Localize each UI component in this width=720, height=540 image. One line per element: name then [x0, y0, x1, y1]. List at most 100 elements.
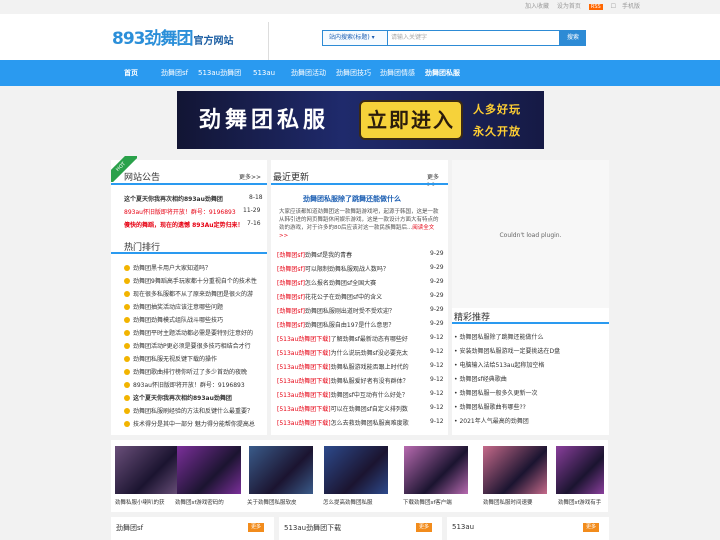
bottom-more-button[interactable]: 更多 [583, 523, 599, 532]
bottom-section-title: 劲舞团sf [116, 524, 144, 532]
bullet-icon [124, 291, 130, 297]
latest-item[interactable]: [513au劲舞团下载]劲舞团sf中互动有什么好处？ [277, 390, 427, 399]
banner-slogan: 人多好玩 [473, 103, 521, 116]
notice-more-link[interactable]: 更多>> [239, 172, 261, 181]
bottom-more-button[interactable]: 更多 [416, 523, 432, 532]
recommend-item[interactable]: • 劲舞团sf经典歌曲 [454, 374, 507, 383]
nav-513au-jwt[interactable]: 513au劲舞团 [198, 60, 241, 86]
latest-date: 9-12 [430, 362, 444, 369]
recommend-item[interactable]: • 安装劲舞团私服游戏一定要挑选在D盘 [454, 346, 560, 355]
promo-banner[interactable]: 劲舞团私服 立即进入 人多好玩 永久开放 [177, 91, 544, 149]
bullet-icon [124, 369, 130, 375]
hot-item[interactable]: 劲舞团私服无视反键下载的操作 [124, 354, 217, 363]
latest-date: 9-29 [430, 264, 444, 271]
hot-item[interactable]: 劲舞团抽奖活动应该注意哪些问题 [124, 302, 223, 311]
search-bar: 站内搜索(标题) ▾ 请输入关键字 搜索 [322, 30, 586, 46]
latest-title: 最近更新 [273, 173, 310, 183]
recommend-item[interactable]: • 电脑输入法给513au起称加空格 [454, 360, 544, 369]
hot-item[interactable]: 劲舞团私服刷经验的方法和反键什么最重要？ [124, 406, 253, 415]
thumbnail-caption[interactable]: 劲舞私服小喇叭的获 [115, 498, 165, 506]
headline-summary: 大家应该都知道劲舞团这一款舞蹈游戏吧，起源于韩国，这是一款从韩引进的网页舞蹈休闲… [279, 209, 439, 239]
thumbnail-image[interactable] [556, 446, 604, 494]
hot-item[interactable]: 这个夏天你我再次相约893au劲舞团 [124, 393, 232, 402]
bullet-icon [124, 421, 130, 427]
latest-item[interactable]: [513au劲舞团下载]劲舞私服游戏能否跟上时代的 [277, 362, 427, 371]
latest-item[interactable]: [513au劲舞团下载]为什么说玩劲舞sf没必要充太 [277, 348, 427, 357]
latest-item[interactable]: [劲舞团sf]花花公子在劲舞团sf中的含义 [277, 292, 382, 301]
recommend-item[interactable]: • 劲舞团私服除了跳舞还能做什么 [454, 332, 543, 341]
hot-item[interactable]: 893au怀旧版即将开放！群号：9196893 [124, 380, 245, 389]
bullet-icon [124, 265, 130, 271]
thumbnail-caption[interactable]: 劲舞团sf游戏密码的 [175, 498, 224, 506]
thumbnail-image[interactable] [249, 446, 313, 494]
thumbnail-caption[interactable]: 劲舞团私服时间速要 [483, 498, 533, 506]
banner-enter-button[interactable]: 立即进入 [359, 100, 463, 140]
latest-date: 9-29 [430, 306, 444, 313]
nav-home[interactable]: 首页 [124, 60, 138, 86]
latest-updates-panel: 最近更新 更多>> 劲舞团私服除了跳舞还能做什么 大家应该都知道劲舞团这一款舞蹈… [271, 160, 448, 435]
latest-item[interactable]: [劲舞团sf]怎么报名劲舞团sf全国大赛 [277, 278, 376, 287]
thumbnail-caption[interactable]: 下载劲舞团sf客户端 [403, 498, 452, 506]
hot-item[interactable]: 技术得分是其中一部分 魅力得分能帮你提高总 [124, 419, 255, 428]
latest-date: 9-29 [430, 250, 444, 257]
latest-more-link[interactable]: 更多>> [427, 172, 448, 188]
latest-item[interactable]: [劲舞团sf]可以限制劲舞私服观战人数吗？ [277, 264, 389, 273]
hot-item[interactable]: 现在很多私服都不从了原来劲舞团是很火的游 [124, 289, 253, 298]
recommend-item[interactable]: • 劲舞团私服一般多久更新一次 [454, 388, 537, 397]
bullet-icon [124, 356, 130, 362]
latest-date: 9-12 [430, 404, 444, 411]
latest-item[interactable]: [513au劲舞团下载]可以在劲舞团sf自定义排列数 [277, 404, 427, 413]
hot-item[interactable]: 劲舞团9舞蹈高手玩家都十分重视自个的技术性 [124, 276, 257, 285]
thumbnail-caption[interactable]: 关于劲舞团私服软皮 [247, 498, 297, 506]
bullet-icon [124, 395, 130, 401]
search-scope-select[interactable]: 站内搜索(标题) ▾ [322, 30, 388, 46]
hot-item[interactable]: 劲舞团劲舞模式组队战斗哪些技巧 [124, 315, 223, 324]
hot-item[interactable]: 劲舞团歌曲排行榜你听过了多少首劲的夜晚 [124, 367, 247, 376]
notice-item[interactable]: 这个夏天你我再次相约893au劲舞团 [124, 194, 223, 203]
thumbnail-caption[interactable]: 劲舞团sf游戏有手 [558, 498, 606, 506]
add-favorite-link[interactable]: 加入收藏 [525, 3, 549, 10]
nav-tips[interactable]: 劲舞团技巧 [336, 60, 371, 86]
search-input[interactable]: 请输入关键字 [388, 30, 560, 46]
hot-item[interactable]: 劲舞团活动P更必须是要很多技巧相结合才行 [124, 341, 251, 350]
notice-item[interactable]: 893au怀旧版即将开放！群号：9196893 [124, 207, 236, 216]
bottom-section-title: 513au [452, 523, 475, 531]
site-header: 893劲舞团官方网站 站内搜索(标题) ▾ 请输入关键字 搜索 [0, 14, 720, 62]
site-logo[interactable]: 893劲舞团官方网站 [112, 24, 234, 49]
bottom-section: 513au 更多 [447, 517, 609, 540]
right-column: Couldn't load plugin. 精彩推荐 • 劲舞团私服除了跳舞还能… [452, 160, 609, 435]
latest-item[interactable]: [劲舞团sf]劲舞团私服自由197是什么意思？ [277, 320, 394, 329]
set-homepage-link[interactable]: 设为首页 [557, 3, 581, 10]
nav-513au[interactable]: 513au [253, 60, 275, 86]
rss-icon[interactable]: RSS [588, 4, 603, 10]
notice-date: 11-29 [243, 207, 261, 214]
nav-activities[interactable]: 劲舞团活动 [291, 60, 326, 86]
latest-item[interactable]: [513au劲舞团下载]劲舞私服爱好者有没有群体？ [277, 376, 427, 385]
latest-date: 9-29 [430, 320, 444, 327]
nav-emotion[interactable]: 劲舞团情感 [380, 60, 415, 86]
latest-item[interactable]: [513au劲舞团下载]怎么去救劲舞团私服高难度歌 [277, 418, 427, 427]
latest-date: 9-12 [430, 390, 444, 397]
thumbnail-image[interactable] [177, 446, 241, 494]
notice-item[interactable]: 傻快的舞蹈，现在的遗憾 893Au定势归来！ [124, 220, 244, 229]
hot-item[interactable]: 劲舞团黑卡用户大家知道吗？ [124, 263, 211, 272]
bottom-more-button[interactable]: 更多 [248, 523, 264, 532]
nav-sf[interactable]: 劲舞团sf [161, 60, 188, 86]
chevron-down-icon: ▾ [371, 34, 375, 41]
latest-item[interactable]: [劲舞团sf]劲舞团私服刚出道时受不受欢迎？ [277, 306, 395, 315]
hot-item[interactable]: 劲舞团平时主题活动都必需是要特别注意好的 [124, 328, 253, 337]
thumbnail-caption[interactable]: 怎么提高劲舞团私服 [323, 498, 373, 506]
search-button[interactable]: 搜索 [560, 30, 586, 46]
thumbnail-image[interactable] [404, 446, 468, 494]
mobile-version-link[interactable]: ☐ 手机版 [611, 3, 640, 10]
thumbnail-image[interactable] [115, 446, 179, 494]
recommend-item[interactable]: • 2021年人气最高的劲舞团 [454, 416, 529, 425]
latest-item[interactable]: [513au劲舞团下载]了解劲舞sf最新动态有哪些好 [277, 334, 427, 343]
thumbnail-image[interactable] [324, 446, 388, 494]
recommend-item[interactable]: • 劲舞团私服歌曲有哪些?? [454, 402, 526, 411]
headline-link[interactable]: 劲舞团私服除了跳舞还能做什么 [303, 194, 401, 204]
thumbnail-image[interactable] [483, 446, 547, 494]
plugin-placeholder: Couldn't load plugin. [452, 160, 609, 308]
nav-private-server[interactable]: 劲舞团私服 [425, 60, 460, 86]
latest-item[interactable]: [劲舞团sf]劲舞sf是我的青春 [277, 250, 352, 259]
